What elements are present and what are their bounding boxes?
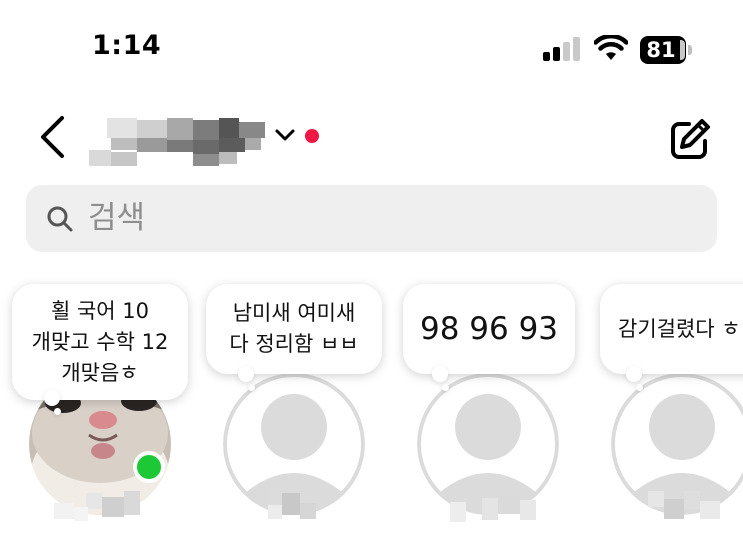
battery-icon: 81 [640,36,694,64]
status-time: 1:14 [92,30,162,61]
search-bar[interactable] [26,185,717,252]
chevron-down-icon[interactable] [274,127,296,143]
note-bubble[interactable]: 감기걸렸다 ㅎ [600,284,743,374]
username-blurred [268,489,316,519]
cellular-signal-icon [543,37,580,61]
search-input[interactable] [88,195,688,241]
note-item[interactable]: 감기걸렸다 ㅎ [592,284,743,551]
username-blurred [648,491,720,519]
battery-level: 81 [646,38,676,62]
note-item[interactable]: 횔 국어 10 개맞고 수학 12 개맞음ㅎ [10,284,190,551]
compose-icon[interactable] [667,116,713,162]
note-bubble[interactable]: 98 96 93 [403,284,575,374]
wifi-icon [594,35,628,60]
username-blurred [450,496,536,522]
note-item[interactable]: 남미새 여미새 다 정리함 ㅂㅂ [204,284,384,551]
note-bubble[interactable]: 횔 국어 10 개맞고 수학 12 개맞음ㅎ [12,284,188,400]
note-item[interactable]: 98 96 93 [398,284,578,551]
note-bubble[interactable]: 남미새 여미새 다 정리함 ㅂㅂ [206,284,382,374]
search-icon [47,206,73,232]
back-chevron-icon[interactable] [36,114,68,160]
notification-dot [305,129,319,143]
username-blurred[interactable] [85,118,271,168]
online-status-dot [133,451,165,483]
username-blurred [54,491,140,521]
